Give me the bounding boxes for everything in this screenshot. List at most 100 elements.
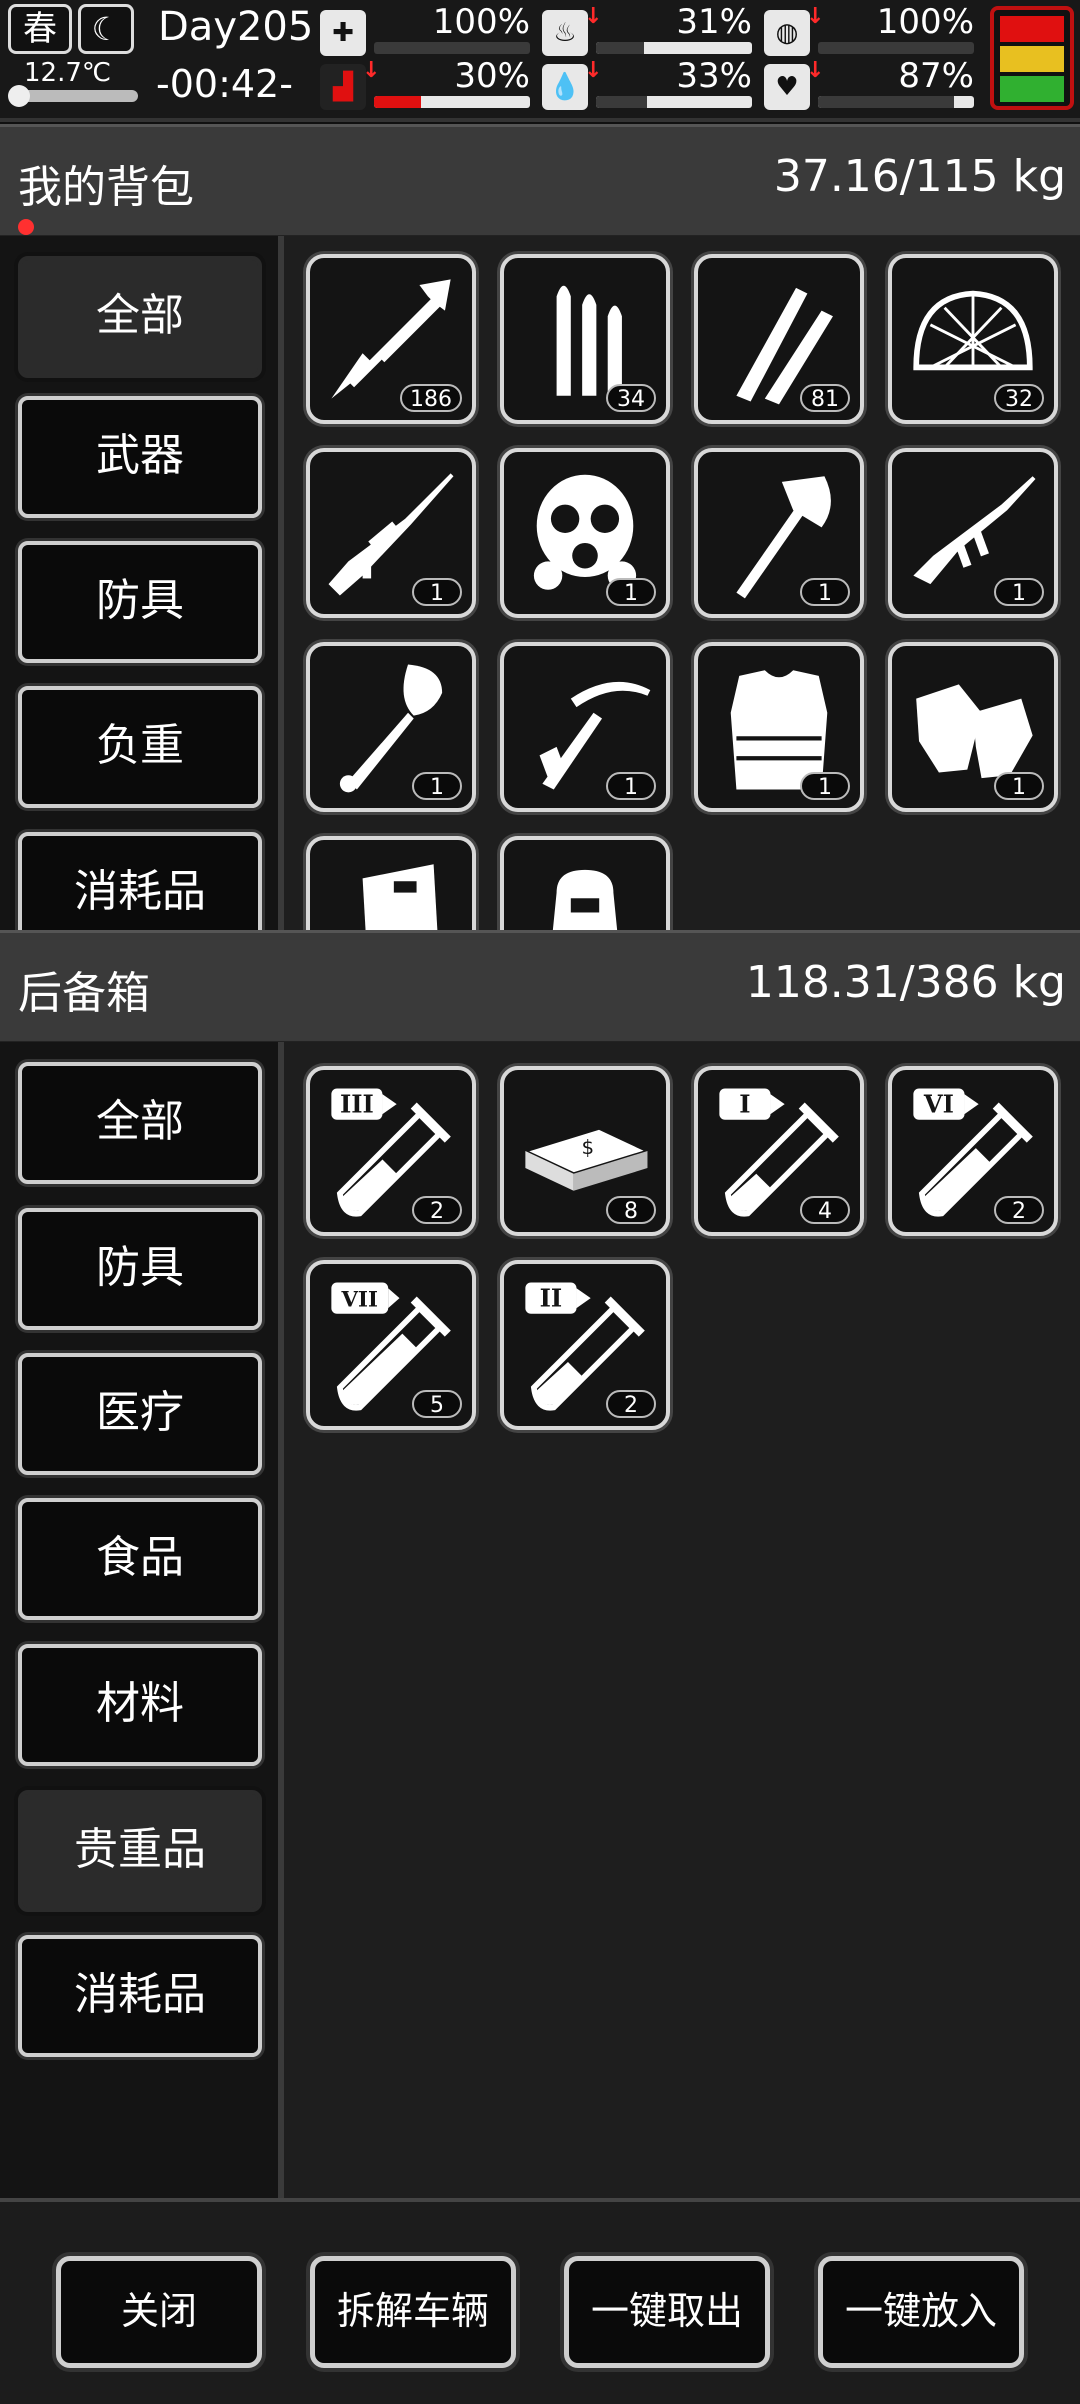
- item-slot-test-tube[interactable]: I 4: [694, 1066, 864, 1236]
- dismantle-vehicle-button[interactable]: 拆解车辆: [310, 2256, 516, 2368]
- item-slot-riot-shield[interactable]: [306, 836, 476, 930]
- stat-fill: [596, 42, 645, 54]
- item-slot-test-tube[interactable]: VII 5: [306, 1260, 476, 1430]
- item-slot-net-helmet[interactable]: 32: [888, 254, 1058, 424]
- item-slot-sniper-rifle[interactable]: 1: [306, 448, 476, 618]
- trunk-weight: 118.31/386 kg: [745, 957, 1066, 1008]
- stat-health: ✚ 100%: [320, 2, 530, 60]
- item-slot-gloves[interactable]: 1: [888, 642, 1058, 812]
- heart-icon: ♥: [764, 64, 810, 110]
- item-count: 5: [412, 1390, 462, 1418]
- item-count: 34: [606, 384, 656, 412]
- notification-dot: [18, 219, 34, 235]
- item-slot-assault-rifle[interactable]: 1: [888, 448, 1058, 618]
- stomach-icon: ♨: [542, 10, 588, 56]
- medkit-icon: ✚: [320, 10, 366, 56]
- day-label: Day205: [158, 4, 314, 50]
- item-slot-bullets[interactable]: 81: [694, 254, 864, 424]
- stat-sanity: ◍ ↓ 100%: [764, 2, 974, 60]
- item-count: 1: [606, 772, 656, 800]
- stat-value: 100%: [876, 2, 974, 42]
- stat-fill: [374, 96, 421, 108]
- thermometer-icon: [8, 85, 138, 107]
- item-count: 1: [412, 578, 462, 606]
- item-slot-cash-bundle[interactable]: $ 8: [500, 1066, 670, 1236]
- tier-label: I: [739, 1090, 750, 1119]
- item-slot-axe[interactable]: 1: [694, 448, 864, 618]
- stat-stamina: ▟ ↓ 30%: [320, 56, 530, 114]
- backpack-header: 我的背包 37.16/115 kg: [0, 124, 1080, 238]
- down-arrow-icon: ↓: [806, 58, 825, 83]
- pill-icon: ◍: [764, 10, 810, 56]
- item-count: 1: [412, 772, 462, 800]
- trunk-tab-all[interactable]: 全部: [18, 1062, 262, 1184]
- backpack-weight: 37.16/115 kg: [773, 151, 1066, 202]
- item-count: 2: [994, 1196, 1044, 1224]
- alert-level-indicator[interactable]: [990, 6, 1074, 110]
- trunk-tab-valuables[interactable]: 贵重品: [18, 1790, 262, 1912]
- backpack-tab-armor[interactable]: 防具: [18, 541, 262, 663]
- stat-fill: [596, 96, 648, 108]
- down-arrow-icon: ↓: [584, 4, 603, 29]
- season-badge: 春: [8, 4, 72, 54]
- take-all-button[interactable]: 一键取出: [564, 2256, 770, 2368]
- status-bar: 春 ☾ 12.7℃ Day205 -00:42- ✚ 100% ♨ ↓ 31% …: [0, 0, 1080, 122]
- item-slot-backpack[interactable]: [500, 836, 670, 930]
- trunk-tab-consumables[interactable]: 消耗品: [18, 1935, 262, 2057]
- stat-value: 33%: [676, 56, 752, 96]
- store-all-button[interactable]: 一键放入: [818, 2256, 1024, 2368]
- stat-fill: [818, 96, 954, 108]
- water-drop-icon: 💧: [542, 64, 588, 110]
- item-slot-gas-mask[interactable]: 1: [500, 448, 670, 618]
- item-slot-crossbow[interactable]: 1: [500, 642, 670, 812]
- moon-icon: ☾: [78, 4, 134, 54]
- item-slot-body-armor[interactable]: 1: [694, 642, 864, 812]
- item-count: 1: [800, 772, 850, 800]
- boot-icon: ▟: [320, 64, 366, 110]
- riot-shield-icon: [362, 864, 438, 930]
- down-arrow-icon: ↓: [806, 4, 825, 29]
- stat-fill: [374, 42, 530, 54]
- trunk-tab-medical[interactable]: 医疗: [18, 1353, 262, 1475]
- backpack-tab-load[interactable]: 负重: [18, 686, 262, 808]
- temperature-label: 12.7℃: [24, 58, 112, 88]
- stat-value: 30%: [454, 56, 530, 96]
- item-count: 32: [994, 384, 1044, 412]
- item-slot-rifle-bullets[interactable]: 34: [500, 254, 670, 424]
- tier-label: II: [540, 1284, 563, 1313]
- item-slot-test-tube[interactable]: VI 2: [888, 1066, 1058, 1236]
- stat-value: 100%: [432, 2, 530, 42]
- close-button[interactable]: 关闭: [56, 2256, 262, 2368]
- item-count: 2: [412, 1196, 462, 1224]
- stat-value: 87%: [898, 56, 974, 96]
- item-count: 1: [994, 772, 1044, 800]
- backpack-category-list: 全部 武器 防具 负重 消耗品: [0, 236, 284, 930]
- stat-fill: [818, 42, 974, 54]
- svg-text:$: $: [582, 1136, 595, 1159]
- backpack-tab-all[interactable]: 全部: [18, 256, 262, 378]
- trunk-tab-armor[interactable]: 防具: [18, 1208, 262, 1330]
- item-slot-shovel[interactable]: 1: [306, 642, 476, 812]
- item-count: 1: [606, 578, 656, 606]
- action-bar: 关闭 拆解车辆 一键取出 一键放入: [0, 2198, 1080, 2404]
- stat-value: 31%: [676, 2, 752, 42]
- trunk-title: 后备箱: [18, 968, 150, 1019]
- item-slot-test-tube[interactable]: II 2: [500, 1260, 670, 1430]
- item-slot-test-tube[interactable]: III 2: [306, 1066, 476, 1236]
- backpack-tab-weapons[interactable]: 武器: [18, 396, 262, 518]
- item-count: 1: [994, 578, 1044, 606]
- trunk-tab-food[interactable]: 食品: [18, 1498, 262, 1620]
- clock-label: -00:42-: [156, 62, 293, 106]
- trunk-header: 后备箱 118.31/386 kg: [0, 930, 1080, 1044]
- backpack-tab-consumables[interactable]: 消耗品: [18, 832, 262, 930]
- trunk-tab-materials[interactable]: 材料: [18, 1644, 262, 1766]
- item-count: 81: [800, 384, 850, 412]
- tier-label: III: [340, 1090, 374, 1119]
- backpack-title: 我的背包: [18, 162, 194, 213]
- item-count: 1: [800, 578, 850, 606]
- stat-thirst: 💧 ↓ 33%: [542, 56, 752, 114]
- down-arrow-icon: ↓: [584, 58, 603, 83]
- stat-mood: ♥ ↓ 87%: [764, 56, 974, 114]
- item-slot-arrow[interactable]: 186: [306, 254, 476, 424]
- trunk-item-grid: III 2 $ 8 I 4 VI 2 VII 5 II 2: [284, 1042, 1080, 2198]
